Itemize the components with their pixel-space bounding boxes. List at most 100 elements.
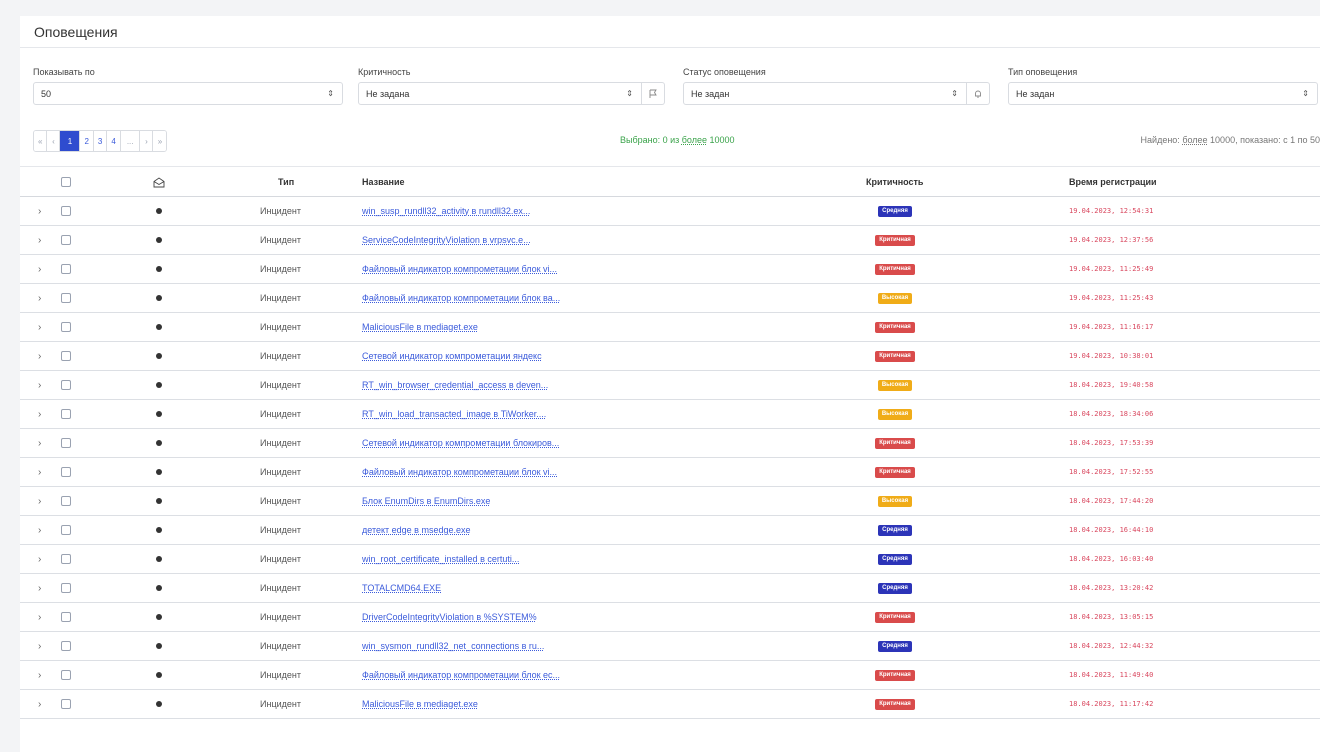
expand-chevron-icon[interactable]: › [38, 690, 50, 718]
expand-chevron-icon[interactable]: › [38, 458, 50, 486]
alert-name-link[interactable]: win_root_certificate_installed в certuti… [362, 545, 519, 573]
criticality-select[interactable]: Не задана ⇕ [358, 82, 642, 105]
criticality-cell: Высокая [870, 371, 920, 399]
table-row[interactable]: › Инцидент Сетевой индикатор компрометац… [20, 429, 1320, 458]
table-row[interactable]: › Инцидент Файловый индикатор компромета… [20, 458, 1320, 487]
table-row[interactable]: › Инцидент win_susp_rundll32_activity в … [20, 197, 1320, 226]
table-row[interactable]: › Инцидент DriverCodeIntegrityViolation … [20, 603, 1320, 632]
read-status-header [153, 177, 165, 190]
row-checkbox[interactable] [61, 554, 71, 564]
alert-name-link[interactable]: MaliciousFile в mediaget.exe [362, 313, 478, 341]
unread-dot-icon [156, 266, 162, 272]
expand-chevron-icon[interactable]: › [38, 661, 50, 689]
row-checkbox[interactable] [61, 583, 71, 593]
expand-chevron-icon[interactable]: › [38, 487, 50, 515]
row-checkbox[interactable] [61, 525, 71, 535]
expand-chevron-icon[interactable]: › [38, 313, 50, 341]
expand-chevron-icon[interactable]: › [38, 255, 50, 283]
alert-name-link[interactable]: RT_win_load_transacted_image в TiWorker.… [362, 400, 546, 428]
expand-chevron-icon[interactable]: › [38, 603, 50, 631]
expand-chevron-icon[interactable]: › [38, 400, 50, 428]
expand-chevron-icon[interactable]: › [38, 371, 50, 399]
alert-name-link[interactable]: win_susp_rundll32_activity в rundll32.ex… [362, 197, 530, 225]
selected-total-link[interactable]: более [682, 135, 707, 145]
table-row[interactable]: › Инцидент RT_win_load_transacted_image … [20, 400, 1320, 429]
row-type: Инцидент [260, 351, 301, 361]
expand-chevron-icon[interactable]: › [38, 516, 50, 544]
column-time-header[interactable]: Время регистрации [1069, 167, 1157, 198]
page-button-2[interactable]: 2 [80, 131, 94, 151]
registration-time: 18.04.2023, 13:20:42 [1069, 584, 1154, 592]
row-checkbox[interactable] [61, 641, 71, 651]
row-checkbox[interactable] [61, 293, 71, 303]
row-checkbox[interactable] [61, 206, 71, 216]
page-last-button[interactable]: » [153, 131, 167, 151]
alert-name-link[interactable]: Сетевой индикатор компрометации яндекс [362, 342, 542, 370]
column-name-header[interactable]: Название [362, 167, 404, 198]
status-bell-button[interactable] [967, 82, 990, 105]
expand-chevron-icon[interactable]: › [38, 226, 50, 254]
table-row[interactable]: › Инцидент TOTALCMD64.EXE Средняя 18.04.… [20, 574, 1320, 603]
alert-name-link[interactable]: Файловый индикатор компрометации блок ec… [362, 661, 560, 689]
row-checkbox[interactable] [61, 612, 71, 622]
expand-chevron-icon[interactable]: › [38, 574, 50, 602]
alert-name-link[interactable]: ServiceCodeIntegrityViolation в vrpsvc.e… [362, 226, 531, 254]
select-all-checkbox[interactable] [61, 177, 71, 187]
row-checkbox[interactable] [61, 380, 71, 390]
page-size-select[interactable]: 50 ⇕ [33, 82, 343, 105]
row-checkbox[interactable] [61, 322, 71, 332]
row-checkbox[interactable] [61, 467, 71, 477]
page-button-3[interactable]: 3 [93, 131, 108, 151]
table-row[interactable]: › Инцидент MaliciousFile в mediaget.exe … [20, 690, 1320, 719]
alert-name-link[interactable]: DriverCodeIntegrityViolation в %SYSTEM% [362, 603, 537, 631]
page-next-button[interactable]: › [140, 131, 154, 151]
row-checkbox[interactable] [61, 699, 71, 709]
row-checkbox[interactable] [61, 264, 71, 274]
page-button-1[interactable]: 1 [60, 131, 81, 151]
alert-name-link[interactable]: MaliciousFile в mediaget.exe [362, 690, 478, 718]
table-row[interactable]: › Инцидент детект edge в msedge.exe Сред… [20, 516, 1320, 545]
table-row[interactable]: › Инцидент Файловый индикатор компромета… [20, 661, 1320, 690]
criticality-cell: Критичная [870, 690, 920, 718]
table-row[interactable]: › Инцидент Файловый индикатор компромета… [20, 284, 1320, 313]
alert-name-link[interactable]: Файловый индикатор компрометации блок vi… [362, 458, 557, 486]
alert-name-link[interactable]: детект edge в msedge.exe [362, 516, 470, 544]
status-select[interactable]: Не задан ⇕ [683, 82, 967, 105]
alert-name-link[interactable]: Файловый индикатор компрометации блок vi… [362, 255, 557, 283]
alert-name-link[interactable]: Сетевой индикатор компрометации блокиров… [362, 429, 559, 457]
table-row[interactable]: › Инцидент win_root_certificate_installe… [20, 545, 1320, 574]
row-checkbox[interactable] [61, 351, 71, 361]
table-row[interactable]: › Инцидент RT_win_browser_credential_acc… [20, 371, 1320, 400]
expand-chevron-icon[interactable]: › [38, 197, 50, 225]
table-row[interactable]: › Инцидент ServiceCodeIntegrityViolation… [20, 226, 1320, 255]
column-type-header[interactable]: Тип [278, 167, 294, 198]
expand-chevron-icon[interactable]: › [38, 284, 50, 312]
table-row[interactable]: › Инцидент MaliciousFile в mediaget.exe … [20, 313, 1320, 342]
found-total-link[interactable]: более [1182, 135, 1207, 145]
table-row[interactable]: › Инцидент win_sysmon_rundll32_net_conne… [20, 632, 1320, 661]
alert-name-link[interactable]: TOTALCMD64.EXE [362, 574, 441, 602]
page-first-button[interactable]: « [34, 131, 48, 151]
criticality-flag-button[interactable] [642, 82, 665, 105]
row-checkbox[interactable] [61, 438, 71, 448]
page-prev-button[interactable]: ‹ [47, 131, 61, 151]
table-row[interactable]: › Инцидент Сетевой индикатор компрометац… [20, 342, 1320, 371]
alert-name-link[interactable]: win_sysmon_rundll32_net_connections в ru… [362, 632, 544, 660]
page-button-4[interactable]: 4 [107, 131, 121, 151]
alert-name-link[interactable]: Файловый индикатор компрометации блок ва… [362, 284, 560, 312]
table-row[interactable]: › Инцидент Файловый индикатор компромета… [20, 255, 1320, 284]
row-checkbox-cell [61, 226, 71, 254]
expand-chevron-icon[interactable]: › [38, 632, 50, 660]
expand-chevron-icon[interactable]: › [38, 429, 50, 457]
alert-type-select[interactable]: Не задан ⇕ [1008, 82, 1318, 105]
alert-name-link[interactable]: Блок EnumDirs в EnumDirs.exe [362, 487, 490, 515]
column-criticality-header[interactable]: Критичность [866, 167, 923, 198]
row-checkbox[interactable] [61, 235, 71, 245]
expand-chevron-icon[interactable]: › [38, 545, 50, 573]
alert-name-link[interactable]: RT_win_browser_credential_access в deven… [362, 371, 548, 399]
row-checkbox[interactable] [61, 496, 71, 506]
row-checkbox[interactable] [61, 409, 71, 419]
expand-chevron-icon[interactable]: › [38, 342, 50, 370]
row-checkbox[interactable] [61, 670, 71, 680]
table-row[interactable]: › Инцидент Блок EnumDirs в EnumDirs.exe … [20, 487, 1320, 516]
